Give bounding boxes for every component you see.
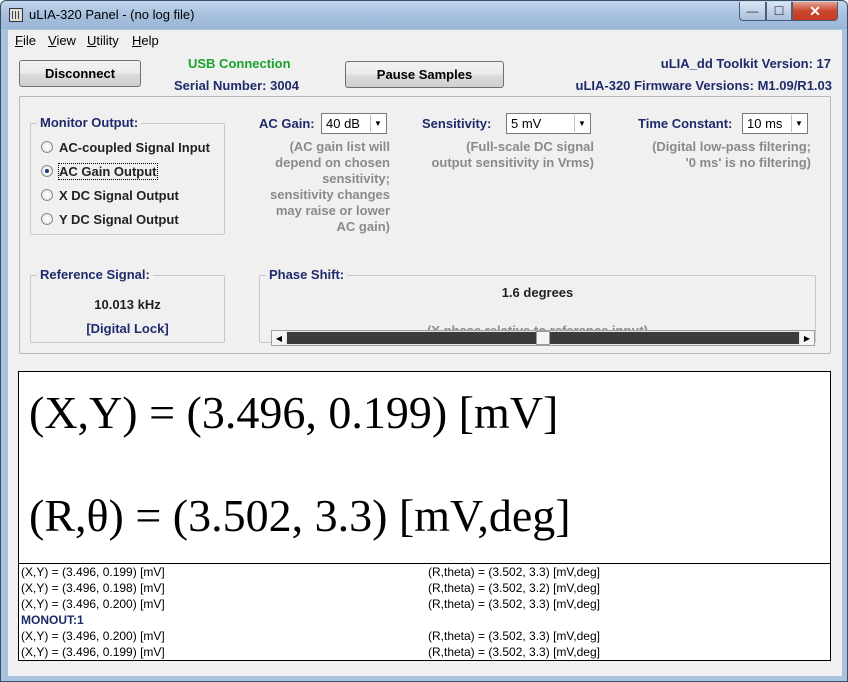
app-icon[interactable] (9, 8, 23, 22)
monitor-option-ac-coupled[interactable]: AC-coupled Signal Input (41, 138, 210, 156)
phase-shift-label: Phase Shift: (266, 267, 348, 282)
chevron-down-icon[interactable]: ▼ (370, 115, 385, 132)
radio-icon[interactable] (41, 213, 53, 225)
title-bar[interactable]: uLIA-320 Panel - (no log file) — ☐ ✕ (1, 1, 847, 29)
arrow-right-icon[interactable]: ▶ (800, 331, 814, 345)
sensitivity-label: Sensitivity: (422, 116, 492, 131)
log-row: MONOUT:1 (21, 613, 84, 627)
usb-status: USB Connection (188, 56, 291, 71)
menu-help[interactable]: Help (132, 33, 159, 48)
menu-bar: File View Utility Help (8, 30, 842, 50)
menu-file[interactable]: File (15, 33, 36, 48)
ac-gain-note: (AC gain list will depend on chosen sens… (270, 139, 390, 234)
arrow-left-icon[interactable]: ◀ (272, 331, 286, 345)
monitor-output-group: Monitor Output: AC-coupled Signal Input … (30, 115, 225, 235)
radio-icon[interactable] (41, 141, 53, 153)
radio-selected-icon[interactable] (41, 165, 53, 177)
client-area: File View Utility Help Disconnect USB Co… (8, 30, 842, 676)
xy-readout: (X,Y) = (3.496, 0.199) [mV] (29, 387, 559, 438)
reference-frequency: 10.013 kHz (94, 297, 161, 312)
maximize-button[interactable]: ☐ (766, 2, 792, 21)
app-window: uLIA-320 Panel - (no log file) — ☐ ✕ Fil… (0, 0, 848, 682)
phase-value: 1.6 degrees (501, 285, 574, 300)
radio-icon[interactable] (41, 189, 53, 201)
log-row: (X,Y) = (3.496, 0.200) [mV] (R,theta) = (… (21, 629, 600, 643)
chevron-down-icon[interactable]: ▼ (791, 115, 806, 132)
log-row: (X,Y) = (3.496, 0.198) [mV] (R,theta) = (… (21, 581, 600, 595)
sensitivity-note: (Full-scale DC signal output sensitivity… (431, 139, 594, 170)
serial-number: Serial Number: 3004 (174, 78, 300, 93)
time-constant-note: (Digital low-pass filtering; '0 ms' is n… (652, 139, 811, 170)
log-row: (X,Y) = (3.496, 0.199) [mV] (R,theta) = (… (21, 645, 600, 659)
digital-lock-status: [Digital Lock] (86, 321, 169, 336)
toolkit-version: uLIA_dd Toolkit Version: 17 (660, 56, 831, 71)
menu-view[interactable]: View (48, 33, 76, 48)
pause-samples-button[interactable]: Pause Samples (345, 61, 504, 88)
monitor-option-x-dc[interactable]: X DC Signal Output (41, 186, 179, 204)
time-constant-select[interactable]: 10 ms ▼ (742, 113, 808, 134)
log-row: (X,Y) = (3.496, 0.200) [mV] (R,theta) = (… (21, 597, 600, 611)
sample-log[interactable]: (X,Y) = (3.496, 0.199) [mV] (R,theta) = (… (18, 563, 831, 661)
close-button[interactable]: ✕ (792, 2, 838, 21)
ac-gain-select[interactable]: 40 dB ▼ (321, 113, 387, 134)
minimize-button[interactable]: — (739, 2, 766, 21)
time-constant-label: Time Constant: (638, 116, 733, 131)
chevron-down-icon[interactable]: ▼ (574, 115, 589, 132)
sensitivity-select[interactable]: 5 mV ▼ (506, 113, 591, 134)
ac-gain-label: AC Gain: (259, 116, 315, 131)
disconnect-button[interactable]: Disconnect (19, 60, 141, 87)
r-theta-readout: (R,θ) = (3.502, 3.3) [mV,deg] (29, 490, 571, 541)
monitor-option-y-dc[interactable]: Y DC Signal Output (41, 210, 179, 228)
window-title: uLIA-320 Panel - (no log file) (29, 7, 195, 22)
monitor-output-label: Monitor Output: (37, 115, 142, 130)
reference-signal-label: Reference Signal: (37, 267, 153, 282)
slider-thumb[interactable] (536, 331, 550, 345)
phase-shift-slider[interactable]: ◀ ▶ (271, 330, 815, 346)
log-row: (X,Y) = (3.496, 0.199) [mV] (R,theta) = (… (21, 565, 600, 579)
monitor-option-ac-gain[interactable]: AC Gain Output (41, 162, 158, 180)
menu-utility[interactable]: Utility (87, 33, 119, 48)
measurement-readout: (X,Y) = (3.496, 0.199) [mV] (R,θ) = (3.5… (18, 371, 831, 563)
firmware-versions: uLIA-320 Firmware Versions: M1.09/R1.03 (575, 78, 833, 93)
reference-signal-group: Reference Signal: 10.013 kHz [Digital Lo… (30, 267, 225, 343)
